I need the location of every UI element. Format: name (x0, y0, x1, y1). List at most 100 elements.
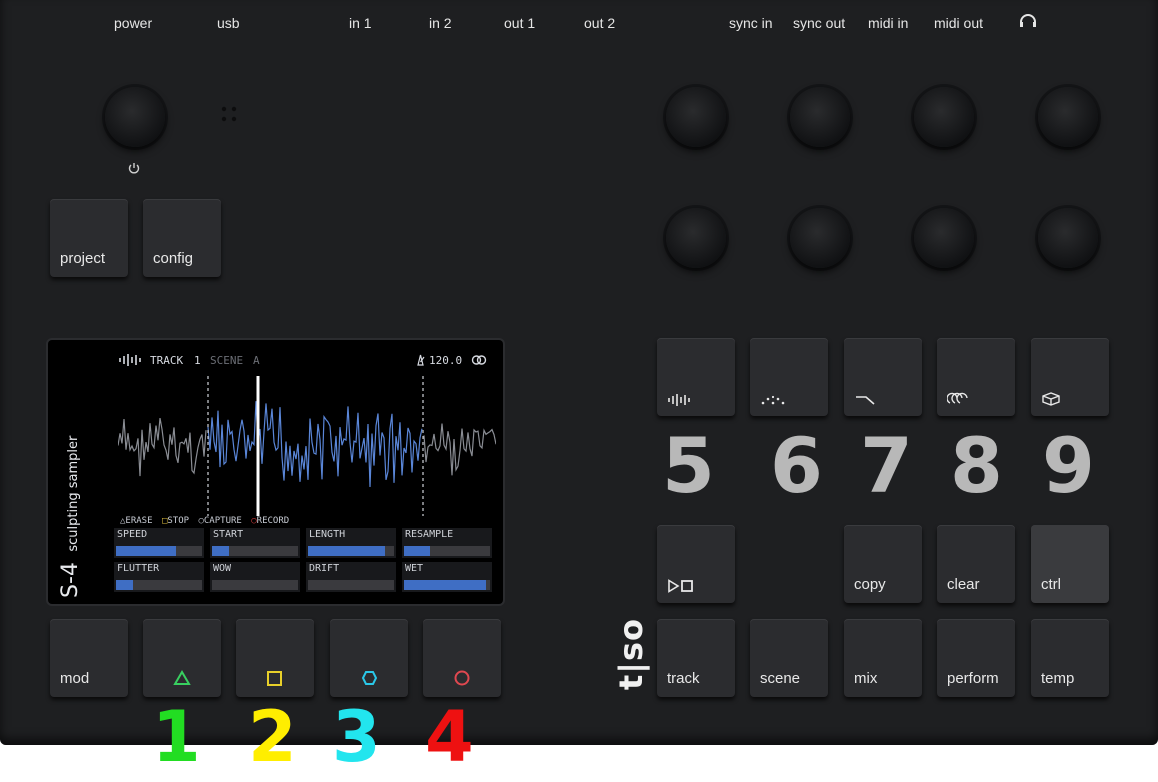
track-button[interactable]: track (657, 619, 735, 697)
waveform-icon (119, 354, 141, 366)
param-length: LENGTH (306, 528, 396, 558)
encoder-6[interactable] (790, 208, 850, 268)
play-stop-button[interactable] (657, 525, 735, 603)
track-label: track (667, 670, 700, 687)
device-body: power usb in 1 in 2 out 1 out 2 sync in … (0, 0, 1158, 745)
overlay-number-5: 5 (662, 421, 715, 510)
square-button[interactable] (236, 619, 314, 697)
triangle-button[interactable] (143, 619, 221, 697)
config-button[interactable]: config (143, 199, 221, 277)
param-name: RESAMPLE (405, 529, 454, 540)
ctrl-button[interactable]: ctrl (1031, 525, 1109, 603)
param-name: FLUTTER (117, 563, 160, 574)
overlay-number-8: 8 (950, 421, 1003, 510)
brand-logo: t|so (612, 617, 650, 690)
speaker-grille-icon (221, 106, 237, 122)
overlay-number-7: 7 (860, 421, 913, 510)
hexagon-button[interactable] (330, 619, 408, 697)
temp-label: temp (1041, 670, 1075, 687)
cube-mode-button[interactable] (1031, 338, 1109, 416)
encoder-7[interactable] (914, 208, 974, 268)
param-fill (404, 580, 486, 590)
filter-mode-button[interactable] (844, 338, 922, 416)
bpm-value: 120.0 (429, 354, 463, 367)
encoder-3[interactable] (914, 87, 974, 147)
cube-icon (1042, 392, 1060, 406)
waveform-icon (668, 394, 690, 406)
waveform-display (118, 376, 496, 516)
project-label: project (60, 250, 106, 267)
power-knob[interactable] (105, 87, 165, 147)
perform-label: perform (947, 670, 999, 687)
param-name: START (213, 529, 244, 540)
param-bar (212, 546, 298, 556)
param-start: START (210, 528, 300, 558)
param-bar (404, 580, 490, 590)
encoder-8[interactable] (1038, 208, 1098, 268)
param-fill (116, 546, 177, 556)
triangle-icon (173, 670, 191, 685)
filter-icon (856, 396, 875, 405)
legend-record: RECORD (256, 516, 290, 526)
port-midi-in: midi in (868, 15, 909, 31)
effects-mode-button[interactable] (937, 338, 1015, 416)
clear-label: clear (947, 576, 980, 593)
square-icon (267, 671, 282, 686)
param-flutter: FLUTTER (114, 562, 204, 592)
side-branding: S-4 sculpting sampler (58, 436, 83, 598)
mod-button[interactable]: mod (50, 619, 128, 697)
overlay-number-4: 4 (425, 696, 474, 778)
mix-label: mix (854, 670, 878, 687)
temp-button[interactable]: temp (1031, 619, 1109, 697)
track-number: 1 (194, 354, 201, 367)
port-midi-out: midi out (934, 15, 984, 31)
param-speed: SPEED (114, 528, 204, 558)
overlay-number-6: 6 (770, 421, 823, 510)
encoder-4[interactable] (1038, 87, 1098, 147)
port-in1: in 1 (349, 15, 372, 31)
perform-button[interactable]: perform (937, 619, 1015, 697)
circle-icon (454, 670, 470, 686)
metronome-icon (417, 354, 425, 366)
track-label: TRACK (150, 354, 184, 367)
param-bar (308, 546, 394, 556)
param-fill (308, 546, 386, 556)
headphone-icon (1020, 14, 1036, 27)
circle-button[interactable] (423, 619, 501, 697)
param-bar (404, 546, 490, 556)
param-resample: RESAMPLE (402, 528, 492, 558)
scene-button[interactable]: scene (750, 619, 828, 697)
model-name: S-4 (58, 562, 83, 598)
param-fill (404, 546, 430, 556)
encoder-1[interactable] (666, 87, 726, 147)
scene-label: SCENE (210, 354, 244, 367)
overlay-number-9: 9 (1042, 421, 1095, 510)
scene-label: scene (760, 670, 801, 687)
effects-icon (947, 392, 968, 404)
waveform-selection (207, 401, 423, 488)
port-sync-in: sync in (729, 15, 773, 31)
encoder-5[interactable] (666, 208, 726, 268)
link-icon (471, 355, 487, 365)
port-in2: in 2 (429, 15, 452, 31)
copy-button[interactable]: copy (844, 525, 922, 603)
ctrl-label: ctrl (1041, 576, 1061, 593)
power-icon (128, 163, 140, 174)
param-bar (212, 580, 298, 590)
model-description: sculpting sampler (66, 435, 81, 552)
sample-mode-button[interactable] (657, 338, 735, 416)
param-name: WOW (213, 563, 232, 574)
clear-button[interactable]: clear (937, 525, 1015, 603)
mix-button[interactable]: mix (844, 619, 922, 697)
encoder-2[interactable] (790, 87, 850, 147)
scene-id: A (253, 354, 260, 367)
port-usb: usb (217, 15, 240, 31)
overlay-number-2: 2 (248, 696, 297, 778)
copy-label: copy (854, 576, 886, 593)
param-drift: DRIFT (306, 562, 396, 592)
legend-capture: CAPTURE (203, 516, 242, 526)
sequence-mode-button[interactable] (750, 338, 828, 416)
overlay-number-3: 3 (332, 696, 381, 778)
project-button[interactable]: project (50, 199, 128, 277)
port-sync-out: sync out (793, 15, 846, 31)
